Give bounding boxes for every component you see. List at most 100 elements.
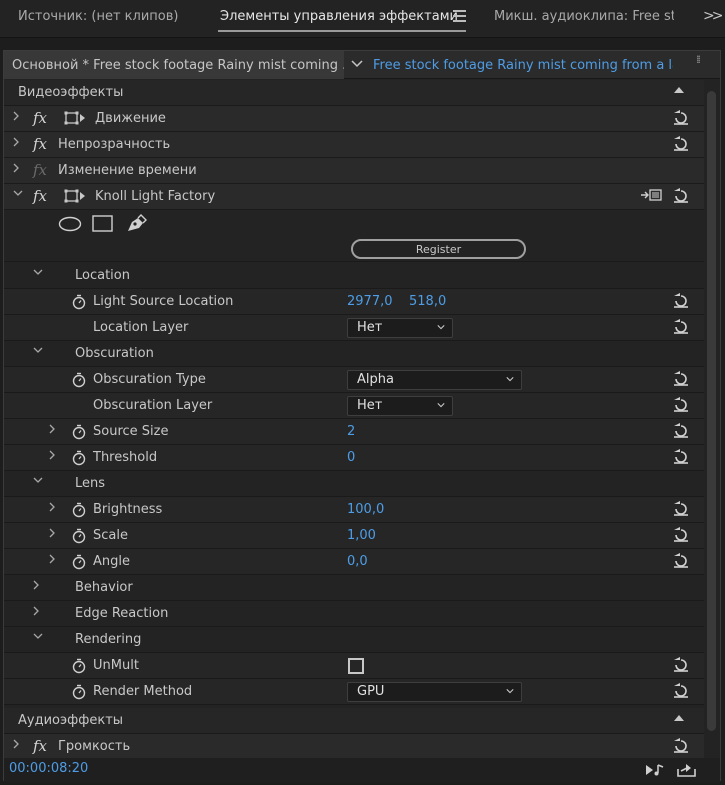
location-x-value[interactable]: 2977,0 <box>347 294 393 309</box>
reset-icon[interactable] <box>672 136 690 152</box>
collapse-up-icon[interactable] <box>674 87 684 93</box>
expand-chevron-icon[interactable] <box>48 423 58 437</box>
more-tabs-icon[interactable]: >> <box>703 8 724 24</box>
obscuration-layer-dropdown[interactable]: Нет <box>347 396 453 416</box>
stopwatch-icon[interactable] <box>72 684 86 700</box>
collapse-chevron-icon[interactable] <box>32 631 43 645</box>
stopwatch-icon[interactable] <box>72 372 86 388</box>
unmult-checkbox[interactable] <box>348 658 364 674</box>
drag-grip-icon[interactable]: ⁞⁞ <box>696 54 706 65</box>
expand-chevron-icon[interactable] <box>32 579 42 593</box>
stopwatch-icon[interactable] <box>72 294 86 310</box>
effect-row-opacity[interactable]: fx Непрозрачность <box>4 132 704 158</box>
master-clip-selector[interactable]: Основной * Free stock footage Rainy mist… <box>4 51 344 79</box>
fx-toggle-icon[interactable]: fx <box>33 187 47 205</box>
play-audio-icon[interactable] <box>644 762 666 782</box>
source-size-value[interactable]: 2 <box>347 424 355 439</box>
expand-chevron-icon[interactable] <box>48 501 58 515</box>
collapse-chevron-icon[interactable] <box>32 267 43 281</box>
reset-icon[interactable] <box>672 657 690 673</box>
expand-chevron-icon[interactable] <box>12 162 22 176</box>
export-icon[interactable] <box>676 762 698 782</box>
render-method-dropdown[interactable]: GPU <box>347 682 522 702</box>
reset-icon[interactable] <box>672 449 690 465</box>
stopwatch-icon[interactable] <box>72 658 86 674</box>
transform-icon[interactable] <box>64 189 85 203</box>
reset-icon[interactable] <box>672 371 690 387</box>
group-lens[interactable]: Lens <box>4 471 704 497</box>
panel-menu-icon[interactable] <box>453 10 466 22</box>
collapse-chevron-icon[interactable] <box>32 345 43 359</box>
fx-toggle-icon[interactable]: fx <box>33 737 47 755</box>
tab-effect-controls[interactable]: Элементы управления эффектами <box>220 9 458 24</box>
expand-chevron-icon[interactable] <box>12 136 22 150</box>
stopwatch-icon[interactable] <box>72 424 86 440</box>
effect-row-knoll-light-factory[interactable]: fx Knoll Light Factory <box>4 184 704 210</box>
prop-label: Scale <box>93 528 128 543</box>
clip-selector-row: Основной * Free stock footage Rainy mist… <box>4 51 720 79</box>
transform-icon[interactable] <box>64 111 85 125</box>
collapse-up-icon[interactable] <box>674 715 684 721</box>
group-rendering[interactable]: Rendering <box>4 627 704 653</box>
prop-label: Obscuration Layer <box>93 398 213 413</box>
tab-source[interactable]: Источник: (нет клипов) <box>18 9 178 24</box>
fx-toggle-icon[interactable]: fx <box>33 135 47 153</box>
expand-chevron-icon[interactable] <box>48 527 58 541</box>
group-edge-reaction[interactable]: Edge Reaction <box>4 601 704 627</box>
group-location[interactable]: Location <box>4 263 704 289</box>
dropdown-value: GPU <box>357 684 385 699</box>
stopwatch-icon[interactable] <box>72 450 86 466</box>
collapse-chevron-icon[interactable] <box>12 188 23 202</box>
expand-chevron-icon[interactable] <box>48 449 58 463</box>
effect-row-time-remapping[interactable]: fx Изменение времени <box>4 158 704 184</box>
collapse-chevron-icon[interactable] <box>32 475 43 489</box>
stopwatch-icon[interactable] <box>72 528 86 544</box>
prop-source-size: Source Size 2 <box>4 419 704 445</box>
reset-icon[interactable] <box>672 293 690 309</box>
expand-chevron-icon[interactable] <box>12 110 22 124</box>
scrollbar-thumb[interactable] <box>707 91 716 731</box>
group-obscuration[interactable]: Obscuration <box>4 341 704 367</box>
sequence-clip-link[interactable]: Free stock footage Rainy mist coming fro… <box>373 58 673 73</box>
effect-settings-icon[interactable] <box>640 188 662 204</box>
register-button[interactable]: Register <box>351 239 526 259</box>
reset-icon[interactable] <box>672 319 690 335</box>
fx-toggle-icon[interactable]: fx <box>33 109 47 127</box>
angle-value[interactable]: 0,0 <box>347 554 368 569</box>
reset-icon[interactable] <box>672 423 690 439</box>
reset-icon[interactable] <box>672 110 690 126</box>
reset-icon[interactable] <box>672 188 690 204</box>
reset-icon[interactable] <box>672 738 690 754</box>
rectangle-mask-icon[interactable] <box>92 215 114 237</box>
expand-chevron-icon[interactable] <box>32 605 42 619</box>
reset-icon[interactable] <box>672 527 690 543</box>
location-layer-dropdown[interactable]: Нет <box>347 318 453 338</box>
vertical-scrollbar[interactable] <box>706 91 716 731</box>
tab-audio-clip-mixer[interactable]: Микш. аудиоклипа: Free sto <box>494 9 674 24</box>
chevron-down-icon <box>437 325 445 330</box>
panel-tab-bar: Источник: (нет клипов) Элементы управлен… <box>0 0 725 38</box>
brightness-value[interactable]: 100,0 <box>347 502 384 517</box>
expand-chevron-icon[interactable] <box>48 553 58 567</box>
obscuration-type-dropdown[interactable]: Alpha <box>347 370 522 390</box>
section-title: Видеоэффекты <box>18 85 124 100</box>
reset-icon[interactable] <box>672 553 690 569</box>
ellipse-mask-icon[interactable] <box>58 216 82 236</box>
chevron-down-icon[interactable] <box>351 58 363 72</box>
threshold-value[interactable]: 0 <box>347 450 355 465</box>
scale-value[interactable]: 1,00 <box>347 528 376 543</box>
location-y-value[interactable]: 518,0 <box>409 294 446 309</box>
reset-icon[interactable] <box>672 683 690 699</box>
group-behavior[interactable]: Behavior <box>4 575 704 601</box>
pen-mask-icon[interactable] <box>125 213 147 237</box>
reset-icon[interactable] <box>672 501 690 517</box>
effect-row-motion[interactable]: fx Движение <box>4 106 704 132</box>
stopwatch-icon[interactable] <box>72 554 86 570</box>
effect-row-volume[interactable]: fx Громкость <box>4 734 704 760</box>
reset-icon[interactable] <box>672 397 690 413</box>
timecode-display[interactable]: 00:00:08:20 <box>9 761 88 776</box>
prop-unmult: UnMult <box>4 653 704 679</box>
expand-chevron-icon[interactable] <box>12 738 22 752</box>
prop-location-layer: Location Layer Нет <box>4 315 704 341</box>
stopwatch-icon[interactable] <box>72 502 86 518</box>
